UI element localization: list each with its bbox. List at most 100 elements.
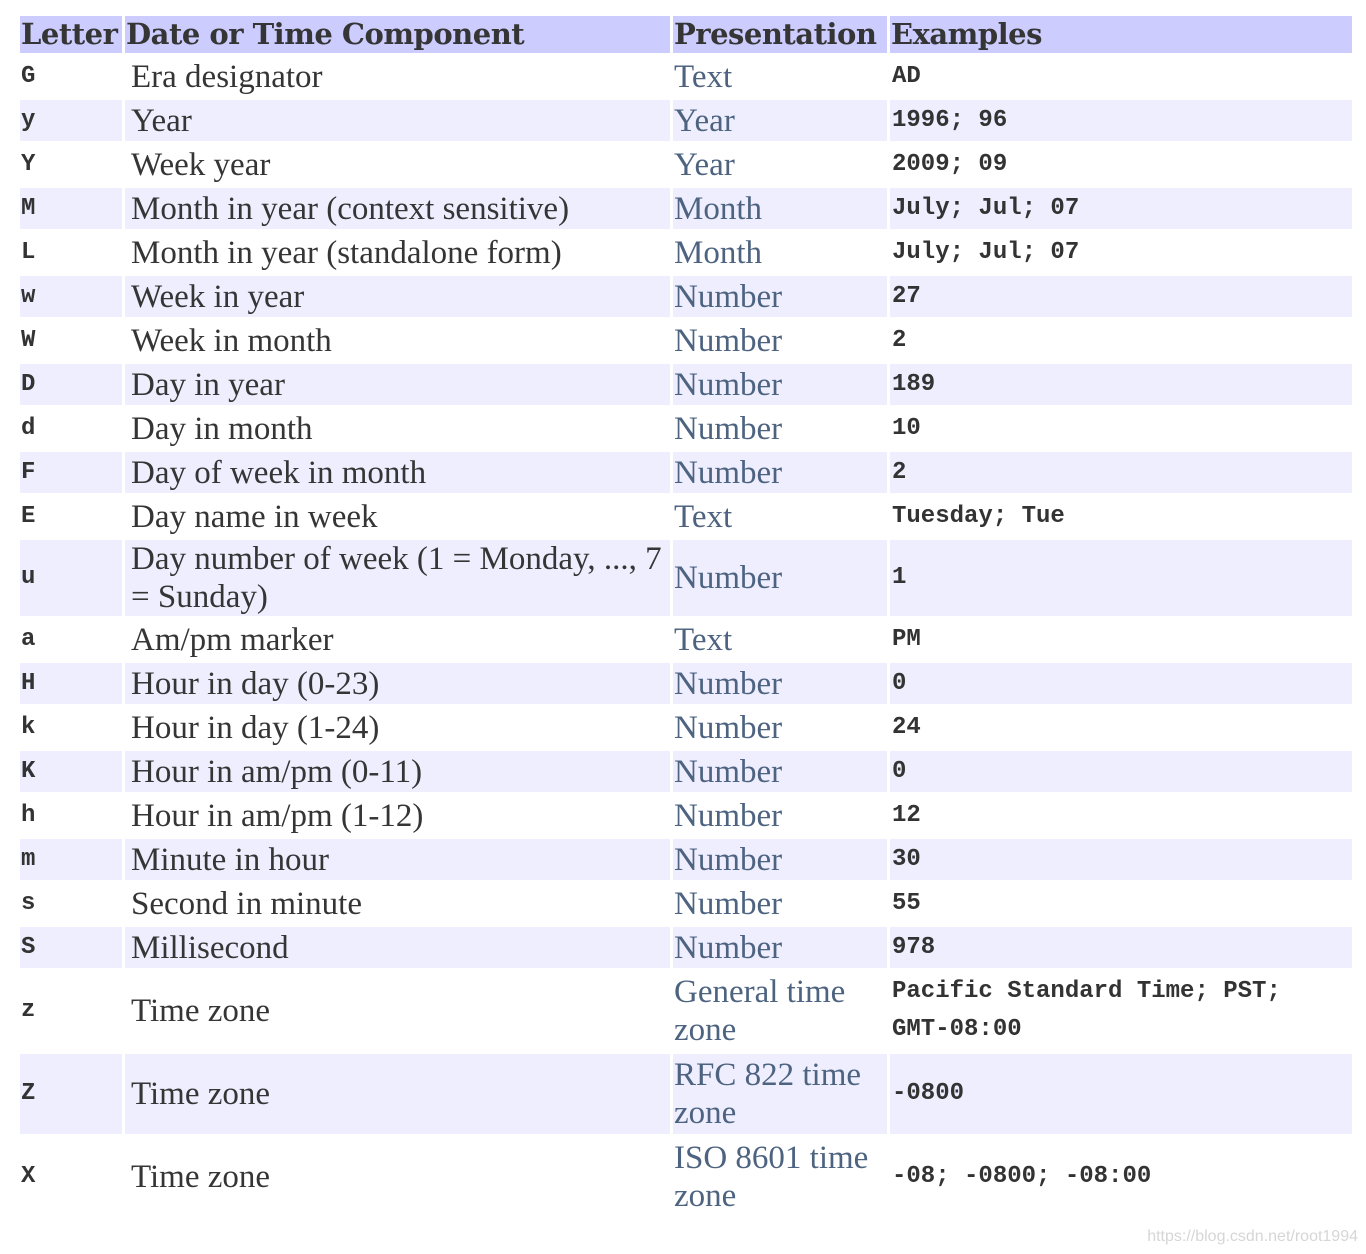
pres-cell: Year	[673, 100, 887, 141]
ex-cell: 12	[892, 801, 921, 829]
letter-cell: z	[21, 997, 36, 1024]
table-row: X Time zone ISO 8601 time zone -08; -0800; …	[20, 1137, 1352, 1217]
comp-cell: Second in minute	[131, 885, 362, 922]
header-row: Letter Date or Time Component Presentati…	[20, 16, 1352, 53]
table-row: D Day in year Number 189	[20, 364, 1352, 405]
ex-cell: 2009; 09	[892, 150, 1008, 178]
ex-cell: 978	[890, 927, 1352, 968]
comp-cell: Month in year (standalone form)	[131, 234, 562, 271]
ex-cell: Pacific Standard Time; PST; GMT-08:00	[892, 978, 1281, 1043]
pres-cell: Number	[673, 751, 887, 792]
table-row: E Day name in week Text Tuesday; Tue	[20, 496, 1352, 537]
ex-cell: -08; -0800; -08:00	[892, 1163, 1152, 1190]
pres-cell: Text	[674, 621, 733, 658]
comp-cell: Week in month	[131, 322, 332, 359]
ex-cell: 10	[892, 414, 921, 442]
table-row: L Month in year (standalone form) Month Jul…	[20, 232, 1352, 273]
table-row: h Hour in am/pm (1-12) Number 12	[20, 795, 1352, 836]
letter-cell: G	[21, 62, 36, 90]
comp-cell: Week year	[131, 146, 271, 183]
pres-cell: Number	[674, 322, 783, 359]
pres-cell: Number	[674, 797, 783, 834]
letter-cell: K	[20, 751, 122, 792]
pres-cell: Month	[674, 234, 763, 271]
pres-cell: Number	[673, 452, 887, 493]
letter-cell: y	[20, 100, 122, 141]
letter-cell: X	[21, 1163, 36, 1190]
pres-cell: Number	[674, 709, 783, 746]
letter-cell: w	[20, 276, 122, 317]
table-row: K Hour in am/pm (0-11) Number 0	[20, 751, 1352, 792]
comp-cell: Month in year (context sensitive)	[125, 188, 670, 229]
comp-cell: Millisecond	[125, 927, 670, 968]
ex-cell: 1996; 96	[890, 100, 1352, 141]
pres-cell: Text	[674, 498, 733, 535]
table-row: Z Time zone RFC 822 time zone -0800	[20, 1054, 1352, 1134]
letter-cell: D	[20, 364, 122, 405]
table-row: a Am/pm marker Text PM	[20, 619, 1352, 660]
ex-cell: -0800	[890, 1054, 1352, 1134]
table-row: z Time zone General time zone Pacific Stand…	[20, 971, 1352, 1051]
comp-cell: Hour in day (1-24)	[131, 709, 380, 746]
ex-cell: 55	[892, 889, 921, 917]
table-row: d Day in month Number 10	[20, 408, 1352, 449]
pres-cell: ISO 8601 time zone	[674, 1140, 869, 1214]
comp-cell: Hour in day (0-23)	[125, 663, 670, 704]
ex-cell: 0	[890, 751, 1352, 792]
table-row: y Year Year 1996; 96	[20, 100, 1352, 141]
comp-cell: Time zone	[131, 993, 271, 1029]
pres-cell: Number	[673, 927, 887, 968]
table-row: m Minute in hour Number 30	[20, 839, 1352, 880]
table-row: u Day number of week (1 = Monday, ..., 7 …	[20, 540, 1352, 616]
pres-cell: Month	[673, 188, 887, 229]
pres-cell: Number	[674, 410, 783, 447]
ex-cell: 2	[890, 452, 1352, 493]
ex-cell: July; Jul; 07	[892, 238, 1080, 266]
letter-cell: H	[20, 663, 122, 704]
table-body: G Era designator Text AD y Year Year 1996; 96 Y W…	[20, 56, 1352, 1217]
comp-cell: Week in year	[125, 276, 670, 317]
comp-cell: Day name in week	[131, 498, 378, 535]
watermark: https://blog.csdn.net/root1994	[1147, 1228, 1358, 1245]
table-row: s Second in minute Number 55	[20, 883, 1352, 924]
comp-cell: Am/pm marker	[131, 621, 334, 658]
table-row: w Week in year Number 27	[20, 276, 1352, 317]
comp-cell: Minute in hour	[125, 839, 670, 880]
pres-cell: Number	[673, 839, 887, 880]
pres-cell: Number	[673, 663, 887, 704]
ex-cell: 27	[890, 276, 1352, 317]
header-examples: Examples	[890, 16, 1352, 53]
letter-cell: Y	[21, 150, 36, 178]
letter-cell: h	[21, 801, 36, 829]
letter-cell: s	[21, 889, 36, 917]
table-row: M Month in year (context sensitive) Month J…	[20, 188, 1352, 229]
comp-cell: Era designator	[131, 58, 323, 95]
letter-cell: M	[20, 188, 122, 229]
letter-cell: W	[21, 326, 36, 354]
table-row: F Day of week in month Number 2	[20, 452, 1352, 493]
comp-cell: Time zone	[131, 1159, 271, 1195]
header-letter: Letter	[20, 16, 122, 53]
letter-cell: L	[21, 238, 36, 266]
letter-cell: a	[21, 625, 36, 653]
ex-cell: 2	[892, 326, 907, 354]
letter-cell: F	[20, 452, 122, 493]
ex-cell: 24	[892, 713, 921, 741]
comp-cell: Hour in am/pm (0-11)	[125, 751, 670, 792]
ex-cell: 189	[890, 364, 1352, 405]
ex-cell: 1	[890, 540, 1352, 616]
table-row: G Era designator Text AD	[20, 56, 1352, 97]
comp-cell: Day in month	[131, 410, 313, 447]
letter-cell: d	[21, 414, 36, 442]
pres-cell: Number	[673, 364, 887, 405]
date-format-table: Letter Date or Time Component Presentati…	[17, 13, 1355, 1220]
letter-cell: k	[21, 713, 36, 741]
header-presentation: Presentation	[673, 16, 887, 53]
comp-cell: Day in year	[125, 364, 670, 405]
table-row: H Hour in day (0-23) Number 0	[20, 663, 1352, 704]
header-component: Date or Time Component	[125, 16, 670, 53]
ex-cell: July; Jul; 07	[890, 188, 1352, 229]
letter-cell: Z	[20, 1054, 122, 1134]
comp-cell: Time zone	[125, 1054, 670, 1134]
table-row: W Week in month Number 2	[20, 320, 1352, 361]
